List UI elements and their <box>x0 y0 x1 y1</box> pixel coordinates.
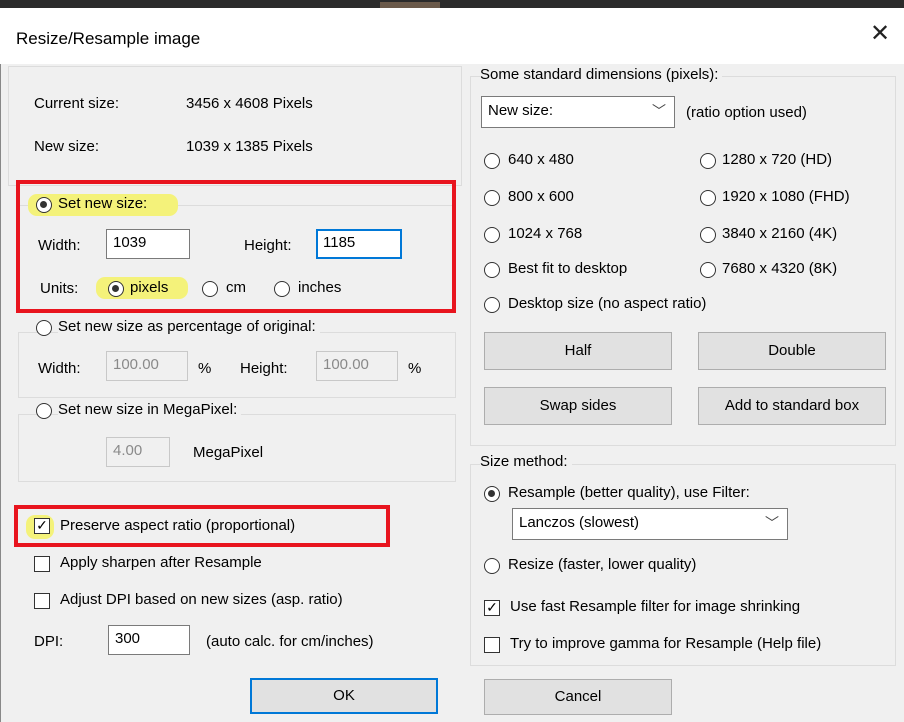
double-button[interactable]: Double <box>698 332 886 370</box>
dim-desktop-label: Desktop size (no aspect ratio) <box>508 295 707 312</box>
add-to-standard-button[interactable]: Add to standard box <box>698 387 886 425</box>
dim-1920-radio[interactable] <box>700 190 716 206</box>
megapixel-unit: MegaPixel <box>193 444 264 461</box>
chevron-down-icon: ﹀ <box>652 103 666 119</box>
dpi-input[interactable]: 300 <box>108 625 190 655</box>
percentage-label: Set new size as percentage of original: <box>58 318 320 335</box>
standard-dimensions-label: Some standard dimensions (pixels): <box>480 66 723 83</box>
megapixel-radio[interactable] <box>36 403 52 419</box>
dim-1920-label: 1920 x 1080 (FHD) <box>722 188 850 205</box>
dim-800-radio[interactable] <box>484 190 500 206</box>
dim-bestfit-label: Best fit to desktop <box>508 260 628 277</box>
percent-height-label: Height: <box>240 360 288 377</box>
dim-1024-label: 1024 x 768 <box>508 225 583 242</box>
annotation-box-new-size <box>16 180 456 313</box>
megapixel-label: Set new size in MegaPixel: <box>58 401 242 418</box>
standard-size-dropdown[interactable]: New size: ﹀ <box>481 96 675 128</box>
percent-width-input[interactable]: 100.00 <box>106 351 188 381</box>
dpi-label: DPI: <box>34 633 64 650</box>
swap-sides-button[interactable]: Swap sides <box>484 387 672 425</box>
dpi-note: (auto calc. for cm/inches) <box>206 633 374 650</box>
gamma-checkbox[interactable] <box>484 637 500 653</box>
dim-7680-radio[interactable] <box>700 262 716 278</box>
dim-3840-label: 3840 x 2160 (4K) <box>722 225 838 242</box>
background-strip <box>0 0 904 8</box>
half-button[interactable]: Half <box>484 332 672 370</box>
adjust-dpi-label: Adjust DPI based on new sizes (asp. rati… <box>60 591 343 608</box>
current-size-label: Current size: <box>34 95 120 112</box>
size-method-label: Size method: <box>480 453 572 470</box>
dim-640-radio[interactable] <box>484 153 500 169</box>
dim-1280-label: 1280 x 720 (HD) <box>722 151 833 168</box>
percent-width-unit: % <box>198 360 212 377</box>
adjust-dpi-checkbox[interactable] <box>34 593 50 609</box>
dim-desktop-radio[interactable] <box>484 297 500 313</box>
cancel-button[interactable]: Cancel <box>484 679 672 715</box>
sharpen-checkbox[interactable] <box>34 556 50 572</box>
fast-filter-label: Use fast Resample filter for image shrin… <box>510 598 801 615</box>
dim-1280-radio[interactable] <box>700 153 716 169</box>
filter-dropdown[interactable]: Lanczos (slowest) ﹀ <box>512 508 788 540</box>
megapixel-input[interactable]: 4.00 <box>106 437 170 467</box>
dim-800-label: 800 x 600 <box>508 188 574 205</box>
resample-radio[interactable] <box>484 486 500 502</box>
standard-size-value: New size: <box>488 102 554 119</box>
dim-bestfit-radio[interactable] <box>484 262 500 278</box>
percent-width-label: Width: <box>38 360 81 377</box>
resize-label: Resize (faster, lower quality) <box>508 556 697 573</box>
gamma-label: Try to improve gamma for Resample (Help … <box>510 635 822 652</box>
resize-radio[interactable] <box>484 558 500 574</box>
percent-height-unit: % <box>408 360 422 377</box>
ratio-note: (ratio option used) <box>686 104 807 121</box>
ok-button[interactable]: OK <box>250 678 438 714</box>
percent-height-input[interactable]: 100.00 <box>316 351 398 381</box>
current-size-value: 3456 x 4608 Pixels <box>186 95 313 112</box>
size-info-group <box>8 66 462 186</box>
new-size-label: New size: <box>34 138 100 155</box>
resample-label: Resample (better quality), use Filter: <box>508 484 750 501</box>
dialog-title: Resize/Resample image <box>16 29 201 48</box>
dim-1024-radio[interactable] <box>484 227 500 243</box>
chevron-down-icon: ﹀ <box>765 515 779 531</box>
annotation-box-preserve <box>14 505 390 547</box>
percentage-radio[interactable] <box>36 320 52 336</box>
dim-3840-radio[interactable] <box>700 227 716 243</box>
dim-7680-label: 7680 x 4320 (8K) <box>722 260 838 277</box>
close-icon[interactable]: ✕ <box>870 22 890 46</box>
sharpen-label: Apply sharpen after Resample <box>60 554 262 571</box>
filter-value: Lanczos (slowest) <box>519 514 640 531</box>
new-size-value: 1039 x 1385 Pixels <box>186 138 313 155</box>
dim-640-label: 640 x 480 <box>508 151 574 168</box>
fast-filter-checkbox[interactable]: ✓ <box>484 600 500 616</box>
